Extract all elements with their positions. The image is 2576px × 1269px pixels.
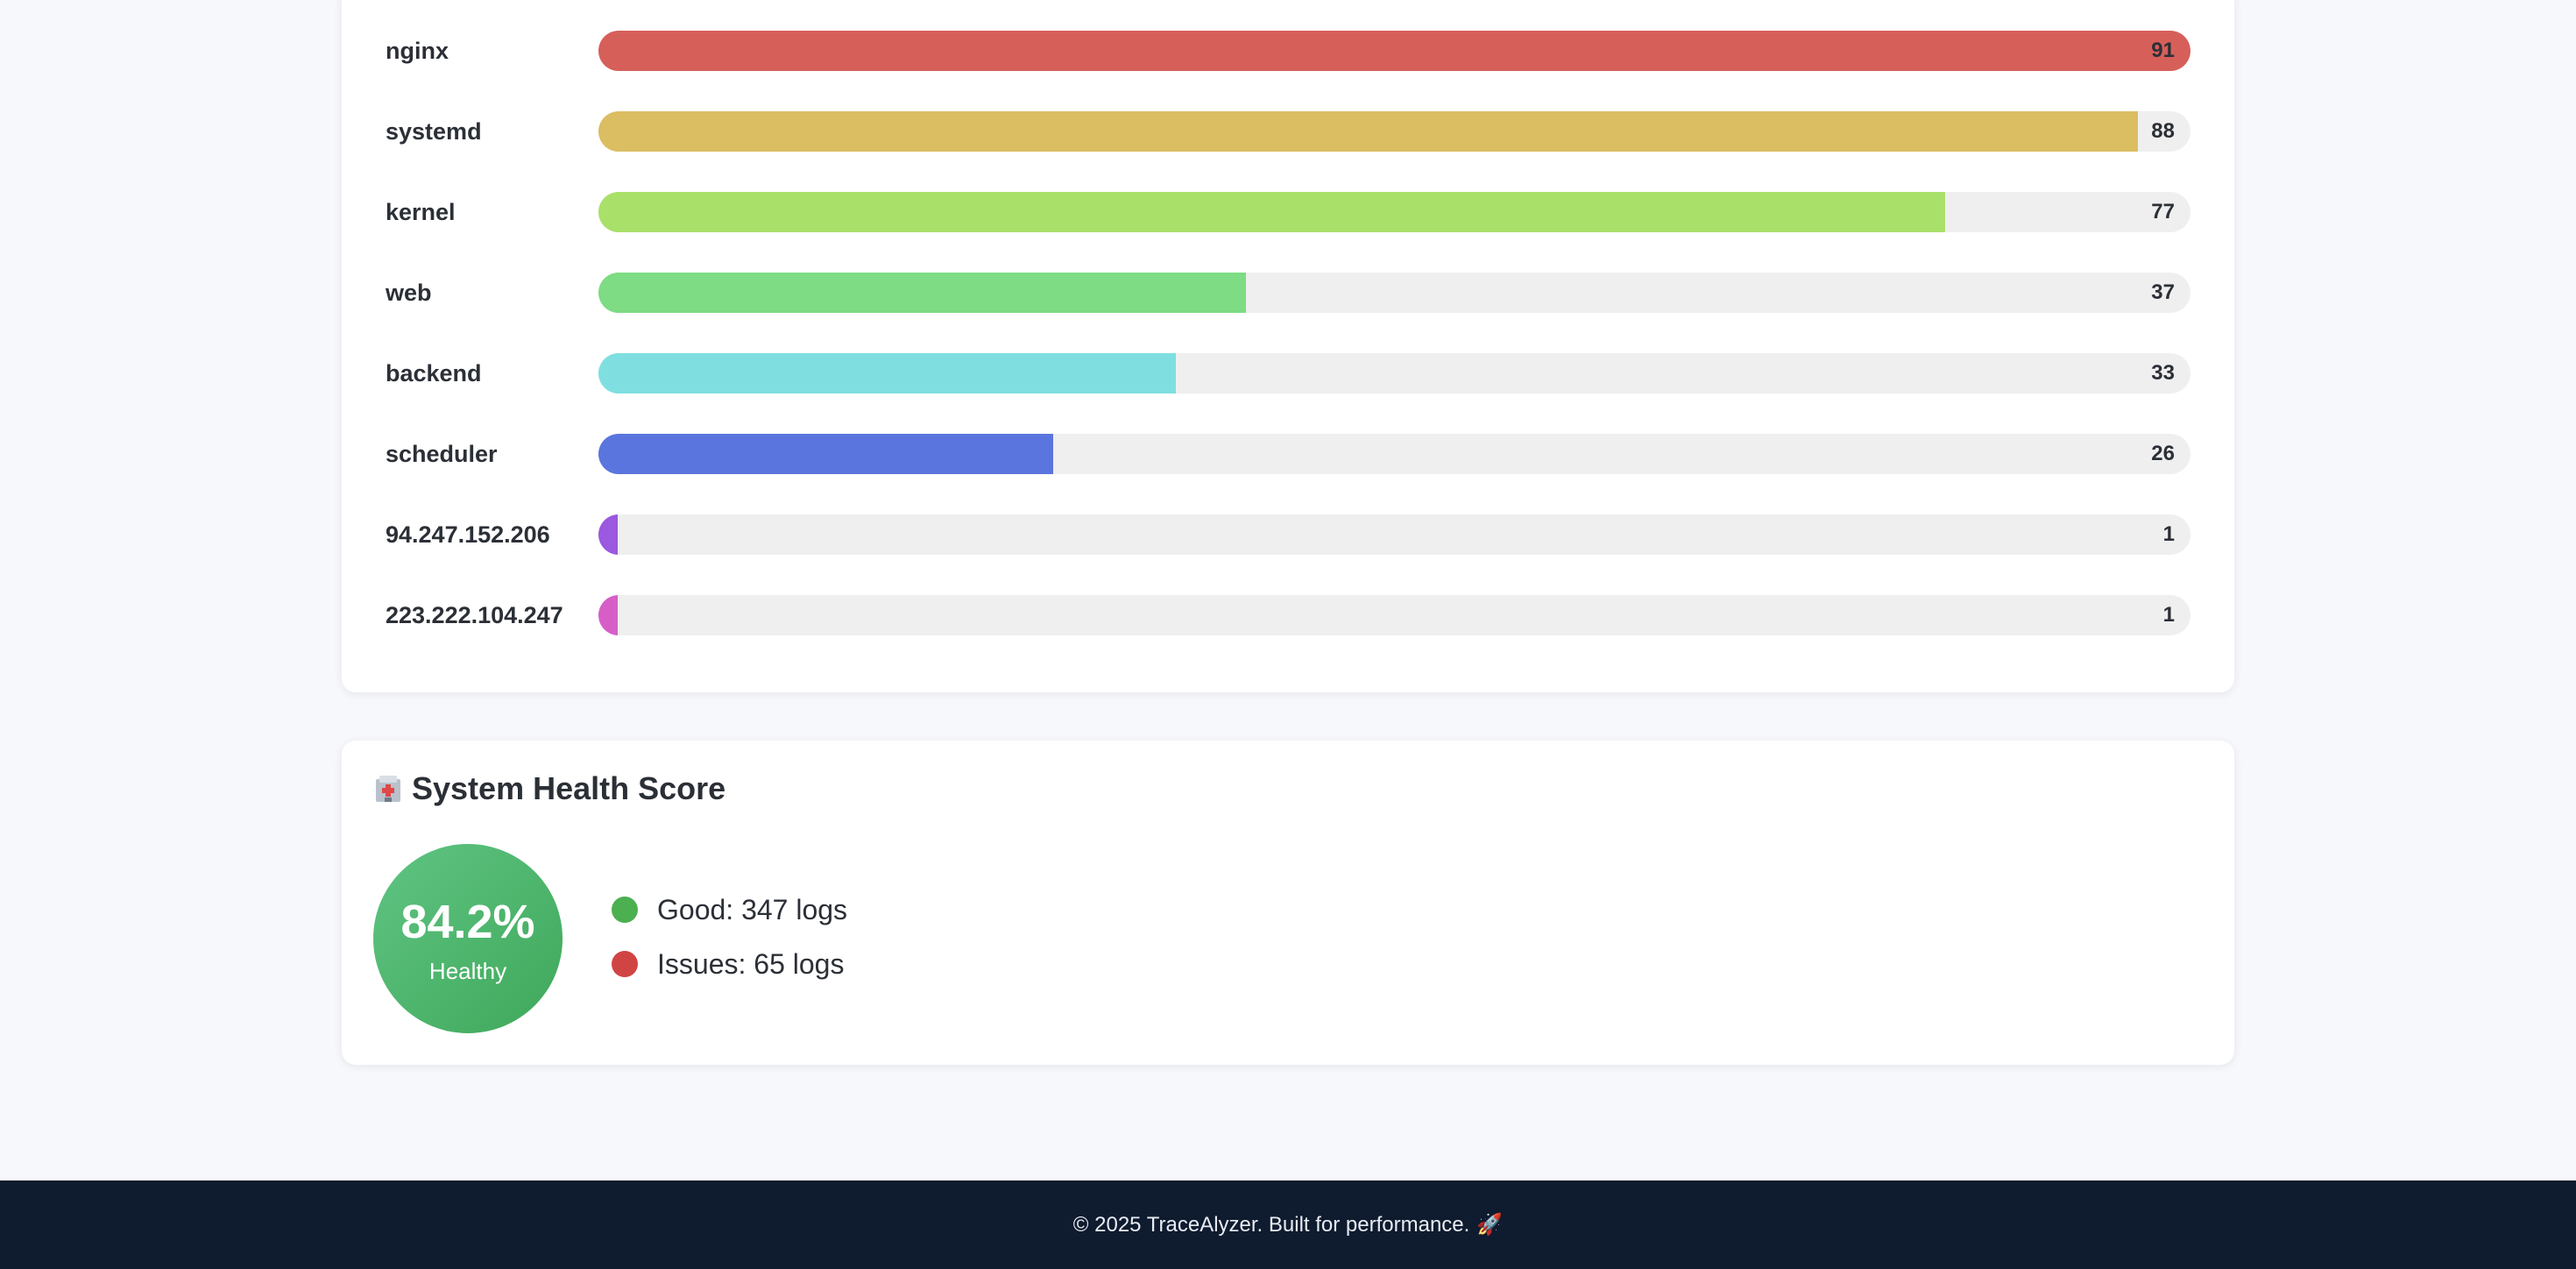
source-bar-fill — [598, 192, 1946, 232]
source-bar-fill — [598, 514, 618, 555]
source-bar-fill — [598, 434, 1054, 474]
footer-text: © 2025 TraceAlyzer. Built for performanc… — [1072, 1212, 1470, 1237]
source-bar-fill — [598, 111, 2139, 152]
source-bar-fill — [598, 31, 2190, 71]
source-label: kernel — [386, 199, 456, 225]
health-legend: Good: 347 logs Issues: 65 logs — [612, 883, 847, 991]
source-value: 77 — [2151, 200, 2175, 223]
health-title-text: System Health Score — [412, 770, 726, 806]
health-score-circle: 84.2% Healthy — [373, 844, 563, 1033]
source-bar-track: 88 — [598, 111, 2190, 152]
legend-issues: Issues: 65 logs — [612, 937, 847, 991]
source-value: 37 — [2151, 280, 2175, 304]
source-bar-track: 91 — [598, 31, 2190, 71]
source-bar-fill — [598, 353, 1176, 393]
source-bar-row: systemd 88 — [386, 111, 2190, 152]
source-value: 1 — [2162, 603, 2175, 627]
health-status-text: Healthy — [428, 958, 507, 984]
source-value: 88 — [2151, 119, 2175, 143]
source-bar-row: 223.222.104.247 1 — [386, 595, 2190, 635]
legend-issues-text: Issues: 65 logs — [657, 947, 845, 980]
source-bar-track: 77 — [598, 192, 2190, 232]
source-label: web — [386, 280, 432, 306]
source-value: 33 — [2151, 361, 2175, 385]
health-score-value: 84.2% — [400, 896, 535, 948]
source-bar-track: 1 — [598, 514, 2190, 555]
source-bar-track: 33 — [598, 353, 2190, 393]
source-bar-row: web 37 — [386, 273, 2190, 313]
health-score-card: System Health Score 84.2% Healthy Good: … — [342, 741, 2234, 1065]
source-bar-row: scheduler 26 — [386, 434, 2190, 474]
hospital-icon — [376, 776, 400, 802]
source-label: nginx — [386, 38, 449, 64]
rocket-icon: 🚀 — [1476, 1213, 1504, 1237]
log-sources-card: nginx 91 systemd 88 kernel 77 web 37 backend 33 sc… — [342, 0, 2234, 692]
source-bar-track: 26 — [598, 434, 2190, 474]
source-value: 91 — [2151, 39, 2175, 62]
source-label: backend — [386, 360, 482, 386]
source-label: 94.247.152.206 — [386, 521, 550, 548]
source-label: systemd — [386, 118, 482, 145]
source-bar-fill — [598, 273, 1246, 313]
footer: © 2025 TraceAlyzer. Built for performanc… — [0, 1180, 2576, 1269]
source-bar-row: kernel 77 — [386, 192, 2190, 232]
source-bar-row: backend 33 — [386, 353, 2190, 393]
legend-good: Good: 347 logs — [612, 883, 847, 937]
source-label: scheduler — [386, 441, 498, 467]
source-bar-fill — [598, 595, 618, 635]
source-label: 223.222.104.247 — [386, 602, 563, 628]
source-bar-track: 37 — [598, 273, 2190, 313]
issues-status-dot — [612, 951, 638, 977]
health-title: System Health Score — [373, 770, 725, 807]
source-bar-track: 1 — [598, 595, 2190, 635]
good-status-dot — [612, 897, 638, 923]
source-bar-row: 94.247.152.206 1 — [386, 514, 2190, 555]
legend-good-text: Good: 347 logs — [657, 893, 848, 925]
source-value: 1 — [2162, 522, 2175, 546]
source-value: 26 — [2151, 442, 2175, 465]
source-bar-row: nginx 91 — [386, 31, 2190, 71]
